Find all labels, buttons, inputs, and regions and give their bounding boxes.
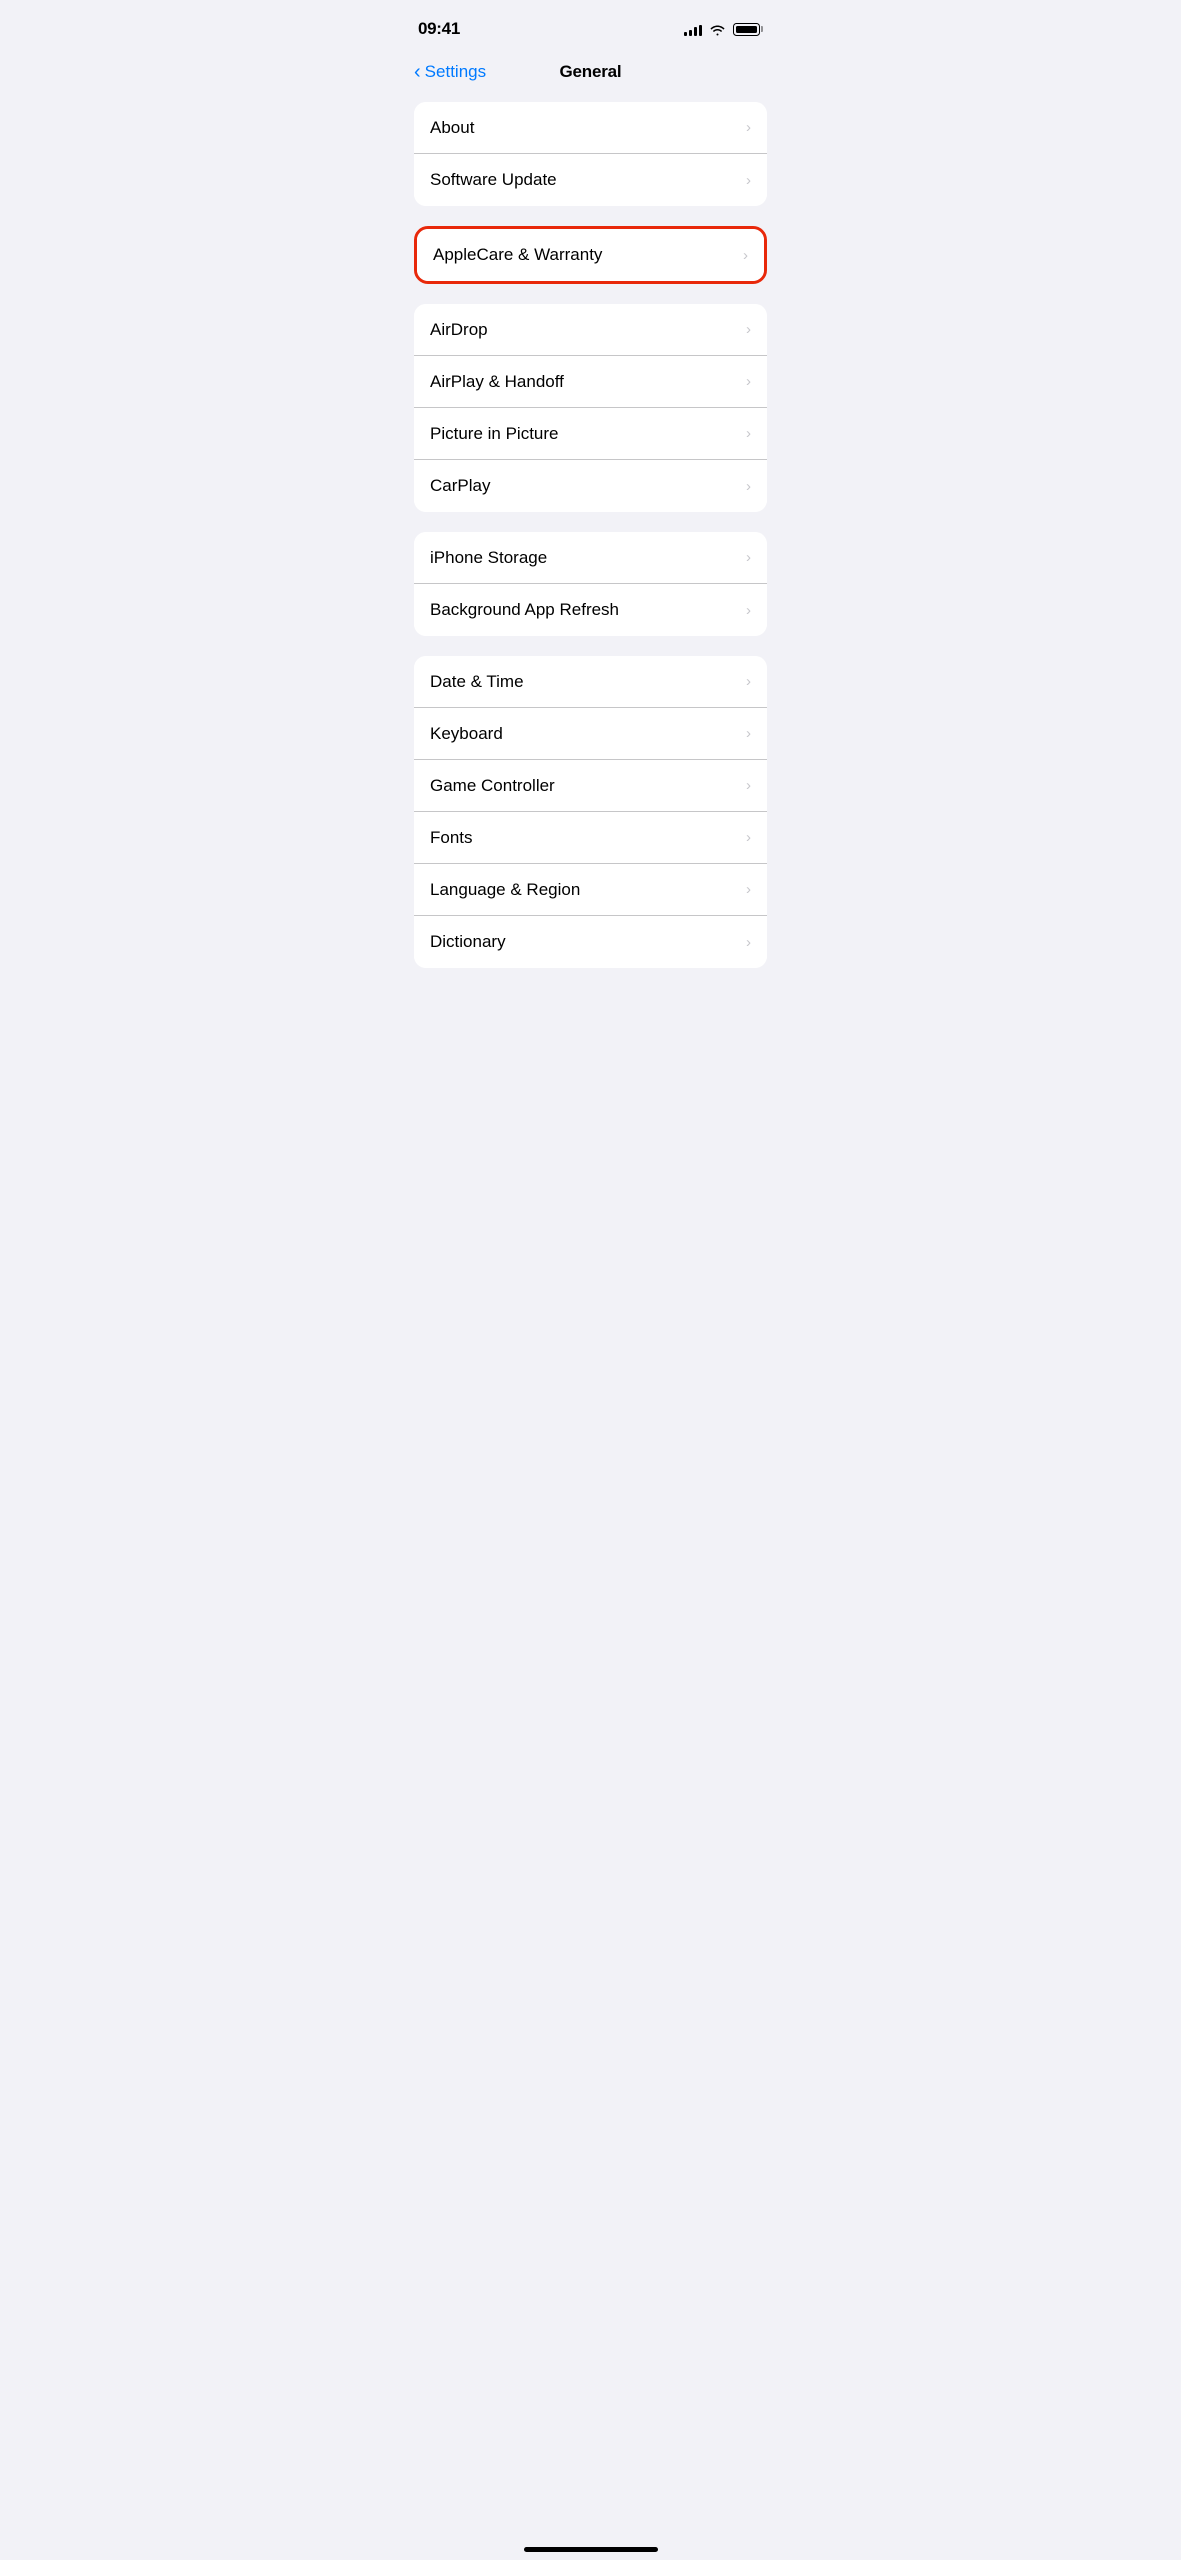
- menu-item-label-background-app-refresh: Background App Refresh: [430, 600, 619, 620]
- chevron-right-icon-airdrop: ›: [746, 321, 751, 338]
- signal-icon: [684, 23, 702, 36]
- chevron-right-icon-picture-in-picture: ›: [746, 425, 751, 442]
- menu-item-software-update[interactable]: Software Update ›: [414, 154, 767, 206]
- chevron-right-icon-software-update: ›: [746, 172, 751, 189]
- menu-item-label-dictionary: Dictionary: [430, 932, 506, 952]
- menu-item-label-game-controller: Game Controller: [430, 776, 555, 796]
- section-card-applecare: AppleCare & Warranty ›: [414, 226, 767, 284]
- chevron-right-icon-keyboard: ›: [746, 725, 751, 742]
- menu-item-label-carplay: CarPlay: [430, 476, 490, 496]
- nav-bar: ‹ Settings General: [394, 54, 787, 94]
- back-chevron-icon: ‹: [414, 62, 421, 82]
- menu-item-fonts[interactable]: Fonts ›: [414, 812, 767, 864]
- menu-item-applecare-warranty[interactable]: AppleCare & Warranty ›: [417, 229, 764, 281]
- chevron-right-icon-dictionary: ›: [746, 934, 751, 951]
- menu-item-game-controller[interactable]: Game Controller ›: [414, 760, 767, 812]
- chevron-right-icon-fonts: ›: [746, 829, 751, 846]
- menu-item-label-about: About: [430, 118, 474, 138]
- chevron-right-icon-date-time: ›: [746, 673, 751, 690]
- menu-item-airdrop[interactable]: AirDrop ›: [414, 304, 767, 356]
- menu-item-about[interactable]: About ›: [414, 102, 767, 154]
- chevron-right-icon-airplay-handoff: ›: [746, 373, 751, 390]
- section-card-connectivity: AirDrop › AirPlay & Handoff › Picture in…: [414, 304, 767, 512]
- status-time: 09:41: [418, 19, 460, 39]
- wifi-icon: [709, 23, 726, 36]
- back-button[interactable]: ‹ Settings: [414, 62, 486, 82]
- menu-item-label-applecare-warranty: AppleCare & Warranty: [433, 245, 602, 265]
- section-applecare: AppleCare & Warranty ›: [414, 226, 767, 284]
- menu-item-label-language-region: Language & Region: [430, 880, 580, 900]
- menu-item-label-airplay-handoff: AirPlay & Handoff: [430, 372, 564, 392]
- menu-item-label-iphone-storage: iPhone Storage: [430, 548, 547, 568]
- chevron-right-icon-language-region: ›: [746, 881, 751, 898]
- section-regional: Date & Time › Keyboard › Game Controller…: [414, 656, 767, 968]
- page-title: General: [560, 62, 622, 82]
- menu-item-background-app-refresh[interactable]: Background App Refresh ›: [414, 584, 767, 636]
- status-icons: [684, 23, 763, 36]
- section-storage: iPhone Storage › Background App Refresh …: [414, 532, 767, 636]
- back-label: Settings: [425, 62, 486, 82]
- menu-item-picture-in-picture[interactable]: Picture in Picture ›: [414, 408, 767, 460]
- menu-item-label-picture-in-picture: Picture in Picture: [430, 424, 559, 444]
- menu-item-carplay[interactable]: CarPlay ›: [414, 460, 767, 512]
- menu-item-keyboard[interactable]: Keyboard ›: [414, 708, 767, 760]
- section-card-storage: iPhone Storage › Background App Refresh …: [414, 532, 767, 636]
- chevron-right-icon-background-app-refresh: ›: [746, 602, 751, 619]
- section-connectivity: AirDrop › AirPlay & Handoff › Picture in…: [414, 304, 767, 512]
- battery-icon: [733, 23, 763, 36]
- menu-item-dictionary[interactable]: Dictionary ›: [414, 916, 767, 968]
- chevron-right-icon-carplay: ›: [746, 478, 751, 495]
- menu-item-label-airdrop: AirDrop: [430, 320, 488, 340]
- section-card-regional: Date & Time › Keyboard › Game Controller…: [414, 656, 767, 968]
- section-card-general-info: About › Software Update ›: [414, 102, 767, 206]
- chevron-right-icon-applecare: ›: [743, 247, 748, 264]
- home-indicator: [524, 2547, 658, 2552]
- section-general-info: About › Software Update ›: [414, 102, 767, 206]
- menu-item-language-region[interactable]: Language & Region ›: [414, 864, 767, 916]
- chevron-right-icon-about: ›: [746, 119, 751, 136]
- menu-item-label-software-update: Software Update: [430, 170, 557, 190]
- status-bar: 09:41: [394, 0, 787, 54]
- chevron-right-icon-iphone-storage: ›: [746, 549, 751, 566]
- menu-item-date-time[interactable]: Date & Time ›: [414, 656, 767, 708]
- chevron-right-icon-game-controller: ›: [746, 777, 751, 794]
- menu-item-label-keyboard: Keyboard: [430, 724, 503, 744]
- settings-content: About › Software Update › AppleCare & Wa…: [394, 94, 787, 1022]
- menu-item-label-date-time: Date & Time: [430, 672, 524, 692]
- menu-item-airplay-handoff[interactable]: AirPlay & Handoff ›: [414, 356, 767, 408]
- menu-item-label-fonts: Fonts: [430, 828, 473, 848]
- menu-item-iphone-storage[interactable]: iPhone Storage ›: [414, 532, 767, 584]
